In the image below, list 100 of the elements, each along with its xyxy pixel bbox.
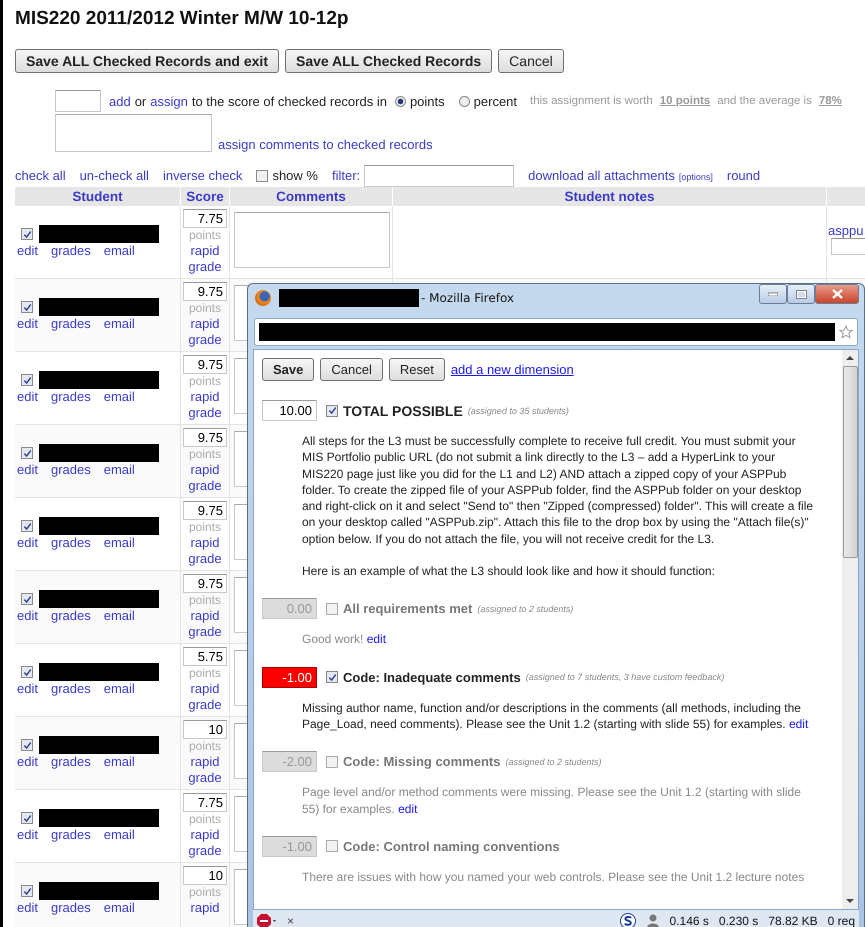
score-field[interactable]: 9.75 <box>183 282 227 301</box>
score-field[interactable]: 5.75 <box>183 647 227 666</box>
student-link[interactable]: edit <box>17 389 38 404</box>
student-link[interactable]: edit <box>17 754 38 769</box>
star-icon[interactable] <box>839 325 853 339</box>
score-field[interactable]: 9.75 <box>183 428 227 447</box>
toolbar-link[interactable]: inverse check <box>162 168 242 183</box>
rapid-grade-link[interactable]: rapid grade <box>185 608 225 640</box>
student-link[interactable]: email <box>104 243 135 258</box>
student-link[interactable]: grades <box>50 535 91 550</box>
add-link[interactable]: add <box>109 94 131 108</box>
round-link[interactable]: round <box>726 168 760 183</box>
dialog-button[interactable]: Cancel <box>320 358 383 381</box>
person-icon[interactable] <box>646 913 660 927</box>
student-link[interactable]: edit <box>17 462 38 477</box>
rapid-grade-link[interactable]: rapid grade <box>185 243 225 275</box>
student-link[interactable]: email <box>104 389 135 404</box>
rapid-grade-link[interactable]: rapid grade <box>185 535 225 567</box>
dialog-button[interactable]: Save <box>262 358 314 381</box>
checkbox[interactable] <box>21 374 33 386</box>
scroll-up-icon[interactable] <box>846 356 854 360</box>
student-link[interactable]: edit <box>17 900 38 915</box>
student-link[interactable]: edit <box>17 827 38 842</box>
student-link[interactable]: grades <box>50 827 91 842</box>
student-link[interactable]: edit <box>17 243 38 258</box>
student-link[interactable]: email <box>104 827 135 842</box>
address-bar[interactable] <box>254 318 858 346</box>
student-link[interactable]: edit <box>17 316 38 331</box>
minimize-button[interactable] <box>759 284 787 304</box>
toolbar-link[interactable]: un-check all <box>80 168 149 183</box>
student-link[interactable]: edit <box>17 681 38 696</box>
maximize-button[interactable] <box>787 284 815 304</box>
checkbox[interactable] <box>326 602 338 615</box>
checkbox[interactable] <box>21 812 33 824</box>
student-link[interactable]: email <box>104 754 135 769</box>
checkbox[interactable] <box>21 593 33 605</box>
checkbox[interactable] <box>326 404 338 416</box>
comment-field[interactable] <box>55 114 212 152</box>
score-field[interactable]: 9.75 <box>183 574 227 593</box>
rapid-grade-link[interactable]: rapid grade <box>185 827 225 859</box>
student-link[interactable]: grades <box>50 462 91 477</box>
score-field[interactable]: 7.75 <box>183 209 227 228</box>
comment-field[interactable] <box>234 212 390 268</box>
checkbox[interactable] <box>326 756 338 768</box>
dialog-button[interactable]: Reset <box>388 358 445 381</box>
score-field[interactable]: 10 <box>183 866 227 885</box>
score-field[interactable]: 10 <box>183 720 227 739</box>
action-button[interactable]: Save ALL Checked Records and exit <box>15 49 279 73</box>
score-field[interactable]: 9.75 <box>183 355 227 374</box>
checkbox[interactable] <box>326 671 338 684</box>
score-field[interactable]: 10.00 <box>262 400 317 421</box>
student-link[interactable]: grades <box>50 243 91 258</box>
checkbox[interactable] <box>21 739 33 751</box>
student-link[interactable]: email <box>104 316 135 331</box>
student-link[interactable]: email <box>104 462 135 477</box>
close-button[interactable] <box>815 284 859 304</box>
action-button[interactable]: Cancel <box>498 49 564 73</box>
score-field[interactable]: 9.75 <box>183 501 227 520</box>
checkbox[interactable] <box>326 840 338 852</box>
assign-link[interactable]: assign <box>150 94 188 108</box>
rapid-grade-link[interactable]: rapid <box>185 900 225 916</box>
rapid-grade-link[interactable]: rapid grade <box>185 462 225 494</box>
edit-link[interactable]: edit <box>398 802 418 816</box>
rapid-grade-link[interactable]: rapid grade <box>185 316 225 348</box>
checkbox[interactable] <box>21 301 33 313</box>
filter-field[interactable] <box>364 164 514 186</box>
edit-link[interactable]: edit <box>366 632 386 646</box>
score-field[interactable]: 7.75 <box>183 793 227 812</box>
attachment-link[interactable]: asppu <box>827 206 865 238</box>
checkbox[interactable] <box>21 666 33 678</box>
radio-button[interactable] <box>458 96 470 106</box>
checkbox[interactable] <box>21 520 33 532</box>
edit-link[interactable]: edit <box>788 716 808 731</box>
toolbar-link[interactable]: check all <box>15 168 66 183</box>
scrollbar[interactable] <box>842 350 858 909</box>
student-link[interactable]: edit <box>17 535 38 550</box>
checkbox[interactable] <box>256 170 268 182</box>
checkbox[interactable] <box>21 228 33 240</box>
rapid-grade-link[interactable]: rapid grade <box>185 681 225 713</box>
rapid-grade-link[interactable]: rapid grade <box>185 754 225 786</box>
student-link[interactable]: edit <box>17 608 38 623</box>
score-field[interactable] <box>55 90 101 112</box>
checkbox[interactable] <box>21 885 33 897</box>
add-dimension-link[interactable]: add a new dimension <box>450 362 574 377</box>
student-link[interactable]: grades <box>50 754 91 769</box>
s-logo-icon[interactable] <box>620 913 636 927</box>
student-link[interactable]: email <box>104 535 135 550</box>
assign-comments-link[interactable]: assign comments to checked records <box>218 137 433 152</box>
radio-button[interactable] <box>394 96 406 106</box>
checkbox[interactable] <box>21 447 33 459</box>
scroll-thumb[interactable] <box>842 366 858 558</box>
student-link[interactable]: grades <box>50 681 91 696</box>
options-link[interactable]: [options] <box>678 172 713 182</box>
student-link[interactable]: grades <box>50 900 91 915</box>
download-link[interactable]: download all attachments <box>528 168 675 183</box>
student-link[interactable]: grades <box>50 389 91 404</box>
student-link[interactable]: email <box>104 608 135 623</box>
scroll-down-icon[interactable] <box>846 899 854 903</box>
score-field[interactable]: -1.00 <box>262 666 317 688</box>
student-link[interactable]: grades <box>50 608 91 623</box>
